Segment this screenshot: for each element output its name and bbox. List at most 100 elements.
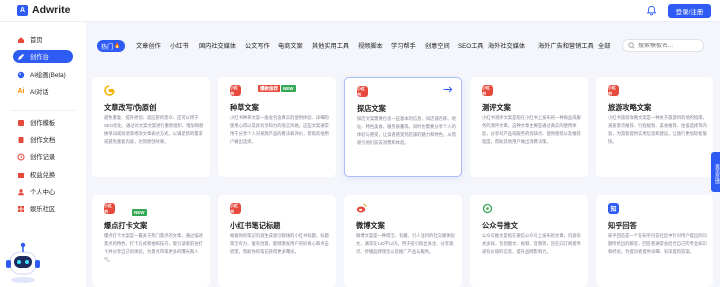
tab-xiaohongshu[interactable]: 小红书 (170, 40, 189, 51)
template-card-checkin[interactable]: 小红书 NEW 爆点打卡文案 爆点打卡文案是一篇关于热门景点的文章，通过描述景点… (92, 195, 210, 287)
tab-official-writing[interactable]: 公文写作 (245, 40, 270, 51)
xiaohongshu-icon: 小红书 (482, 85, 493, 96)
template-card-seeding[interactable]: 小红书 爆款推荐 NEW 种草文案 小红书种草文案一般会包含真实的使用体验、详细… (218, 77, 336, 177)
template-search[interactable] (622, 39, 704, 52)
sidebar-item-redeem[interactable]: 权益兑换 (13, 168, 73, 181)
card-title: 小红书笔记标题 (230, 221, 281, 230)
category-tabs: 热门 🔥 文章创作 小红书 国内社交媒体 公文写作 电商文案 其他实用工具 视频脚… (92, 37, 714, 55)
xiaohongshu-icon: 小红书 (230, 203, 241, 214)
tab-video-script[interactable]: 视频脚本 (358, 40, 383, 51)
tab-hot[interactable]: 热门 🔥 (97, 40, 125, 52)
bell-icon[interactable] (646, 5, 657, 16)
card-description: 微博文案是一种简洁、有趣、引人注目的社交媒体短文，通常在140字以内，用于吸引粉… (356, 233, 455, 254)
tab-seo[interactable]: SEO工具 (458, 40, 483, 51)
template-card-note-title[interactable]: 小红书 小红书笔记标题 根据你的笔记内容生成吸引眼球的小红书标题，标题简洁有力、… (218, 195, 336, 287)
chat-icon: Ai (17, 88, 25, 95)
card-title: 微博文案 (356, 221, 385, 230)
card-description: 探店文案需要包含一些基本的信息，如店铺名称、地址、特色美食、服务质量等。同时也需… (357, 116, 456, 145)
sidebar-divider (10, 110, 76, 111)
template-card-weibo[interactable]: 微博文案 微博文案是一种简洁、有趣、引人注目的社交媒体短文，通常在140字以内，… (344, 195, 462, 287)
tab-overseas-social[interactable]: 海外社交媒体 (488, 40, 525, 51)
new-badge: NEW (281, 85, 296, 92)
card-title: 文章改写/伪原创 (104, 103, 157, 112)
flame-icon: 🔥 (114, 43, 121, 49)
template-icon (17, 119, 25, 127)
tab-article[interactable]: 文章创作 (136, 40, 161, 51)
tab-learning[interactable]: 学习帮手 (391, 40, 416, 51)
card-description: 爆点打卡文案是一篇关于热门景点的文章，通过描述景点的特色、打卡方式和拍照技巧，吸… (104, 233, 203, 262)
sidebar-item-label: 创作文档 (30, 137, 56, 144)
card-title: 种草文案 (230, 103, 259, 112)
card-description: 知乎回答是一个在知乎问答社区中针对用户提出的问题所给出的解答，回答者通常会结合自… (608, 233, 707, 254)
sidebar-item-ai-chat[interactable]: Ai AI对话 (13, 85, 73, 98)
xiaohongshu-icon: 小红书 (230, 85, 241, 96)
sidebar-item-label: 创作记录 (30, 154, 56, 161)
tab-creative[interactable]: 创意空间 (425, 40, 450, 51)
sidebar-item-label: AI绘画(Beta) (30, 72, 66, 79)
community-icon (17, 205, 25, 213)
search-icon (628, 42, 635, 49)
sidebar-item-label: 创作台 (30, 54, 49, 61)
gift-icon (17, 171, 25, 179)
arrow-right-icon[interactable] (443, 86, 453, 93)
tab-overseas-ads[interactable]: 海外广告和营销工具 (538, 40, 594, 51)
home-icon (17, 36, 25, 44)
pen-icon (17, 53, 25, 61)
weibo-icon (356, 203, 367, 214)
card-title: 知乎回答 (608, 221, 637, 230)
hot-recommend-badge: 爆款推荐 (258, 85, 280, 92)
sidebar-item-templates[interactable]: 创作模板 (13, 116, 73, 129)
history-icon (17, 153, 25, 161)
sidebar-item-ai-painting[interactable]: AI绘画(Beta) (13, 68, 73, 81)
card-title: 探店文案 (357, 104, 386, 113)
sidebar-item-label: 权益兑换 (30, 172, 56, 179)
new-badge: NEW (132, 209, 147, 216)
xiaohongshu-icon: 小红书 (104, 203, 115, 214)
logo-mark: A (17, 4, 28, 16)
card-title: 测评文案 (482, 103, 511, 112)
sidebar-item-history[interactable]: 创作记录 (13, 150, 73, 163)
card-description: 小红书测评文案是指在小红书上发布的一种商品或服务的测评文章。这种文章主要是通过真… (482, 115, 581, 144)
template-card-wechat-article[interactable]: 公众号推文 公众号推文是指在微信公众号上发布的文章，内容形式多样，包括图文、视频… (470, 195, 588, 287)
sidebar-item-profile[interactable]: 个人中心 (13, 185, 73, 198)
card-description: 避免重复、提升原创、适应新的受众、还可以用于SEO优化、通过对文案文案进行重新组… (104, 115, 204, 144)
tab-domestic-social[interactable]: 国内社交媒体 (199, 40, 236, 51)
xiaohongshu-icon: 小红书 (608, 85, 619, 96)
template-card-rewrite[interactable]: 文章改写/伪原创 避免重复、提升原创、适应新的受众、还可以用于SEO优化、通过对… (92, 77, 210, 177)
document-icon (17, 136, 25, 144)
sidebar-item-label: 首页 (30, 37, 43, 44)
user-icon (17, 188, 25, 196)
robot-mascot-icon[interactable] (4, 240, 42, 284)
template-card-travel-guide[interactable]: 小红书 旅游攻略文案 小红书旅游攻略文案是一种关于旅游目的地的指南，涵盖景点推荐… (596, 77, 713, 177)
card-description: 小红书种草文案一般会包含真实的使用体验、详细的使用心得以及具有亲和力的语言风格。… (230, 115, 329, 144)
card-title: 旅游攻略文案 (608, 103, 652, 112)
login-register-button[interactable]: 登录/注册 (668, 4, 711, 18)
card-description: 公众号推文是指在微信公众号上发布的文章，内容形式多样，包括图文、视频、音频等，旨… (482, 233, 581, 254)
template-card-store-visit[interactable]: 小红书 探店文案 探店文案需要包含一些基本的信息，如店铺名称、地址、特色美食、服… (344, 77, 462, 177)
sidebar-item-label: AI对话 (30, 89, 49, 96)
sidebar-item-label: 娱乐社区 (30, 206, 56, 213)
tab-ecommerce[interactable]: 电商文案 (278, 40, 303, 51)
card-description: 根据你的笔记内容生成吸引眼球的小红书标题，标题简洁有力、富有创意，能够激发用户的… (230, 233, 329, 254)
sidebar-item-community[interactable]: 娱乐社区 (13, 202, 73, 215)
tab-utility-tools[interactable]: 其他实用工具 (312, 40, 349, 51)
template-card-zhihu[interactable]: 知 知乎回答 知乎回答是一个在知乎问答社区中针对用户提出的问题所给出的解答，回答… (596, 195, 713, 287)
sidebar-item-label: 个人中心 (30, 189, 56, 196)
zhihu-icon: 知 (608, 203, 619, 214)
wechat-icon (482, 203, 493, 214)
sidebar-item-label: 创作模板 (30, 120, 56, 127)
palette-icon (17, 71, 25, 79)
logo[interactable]: A Adwrite (17, 4, 71, 16)
template-card-review[interactable]: 小红书 测评文案 小红书测评文案是指在小红书上发布的一种商品或服务的测评文章。这… (470, 77, 588, 177)
google-icon (104, 85, 115, 96)
sidebar-item-documents[interactable]: 创作文档 (13, 133, 73, 146)
card-title: 公众号推文 (482, 221, 518, 230)
top-bar: A Adwrite 登录/注册 (0, 0, 720, 22)
sidebar-item-workbench[interactable]: 创作台 (13, 50, 73, 63)
feedback-float-button[interactable]: 意见反馈 (711, 152, 720, 192)
card-title: 爆点打卡文案 (104, 221, 148, 230)
sidebar-item-home[interactable]: 首页 (13, 33, 73, 46)
xiaohongshu-icon: 小红书 (357, 86, 368, 97)
tab-all[interactable]: 全部 (598, 40, 610, 51)
search-input[interactable] (638, 42, 702, 49)
